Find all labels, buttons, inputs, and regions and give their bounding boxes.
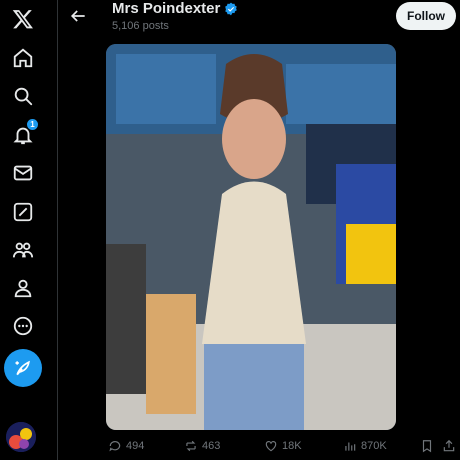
more-icon[interactable]: [10, 313, 36, 339]
feather-icon: [15, 360, 30, 376]
notification-badge: 1: [27, 119, 38, 130]
profile-header: Mrs Poindexter 5,106 posts Follow: [58, 0, 460, 44]
follow-button[interactable]: Follow: [396, 2, 456, 30]
view-count: 870K: [361, 440, 387, 452]
messages-icon[interactable]: [10, 160, 36, 186]
back-arrow-icon[interactable]: [68, 6, 90, 26]
compose-post-button[interactable]: [4, 349, 42, 387]
views-icon: [345, 442, 356, 451]
like-count: 18K: [282, 440, 302, 452]
communities-icon[interactable]: [10, 237, 36, 263]
heart-icon: [265, 441, 277, 452]
post-count: 5,106 posts: [112, 20, 169, 32]
profile-icon[interactable]: [10, 275, 36, 301]
reply-count: 494: [126, 440, 145, 452]
sidebar-nav: 1: [0, 0, 46, 460]
share-icon: [443, 439, 455, 452]
bookmark-button[interactable]: [420, 436, 434, 456]
repost-button[interactable]: 463: [184, 436, 220, 456]
bookmark-icon: [422, 440, 432, 453]
profile-name: Mrs Poindexter: [112, 0, 238, 17]
views-button[interactable]: 870K: [343, 436, 387, 456]
account-avatar[interactable]: [6, 422, 36, 452]
reply-icon: [109, 441, 121, 452]
home-icon[interactable]: [10, 45, 36, 71]
photo-illustration: [106, 44, 396, 430]
post-detail-column: Mrs Poindexter 5,106 posts Follow 494 46…: [57, 0, 460, 460]
reply-button[interactable]: 494: [108, 436, 144, 456]
repost-count: 463: [202, 440, 221, 452]
repost-icon: [186, 440, 196, 452]
x-logo-icon[interactable]: [10, 6, 36, 32]
post-actions-bar: 494 463 18K 870K: [58, 436, 460, 458]
notifications-icon[interactable]: 1: [10, 119, 38, 148]
explore-icon[interactable]: [10, 83, 36, 109]
grok-icon[interactable]: [10, 199, 36, 225]
profile-name-text: Mrs Poindexter: [112, 0, 221, 17]
verified-badge-icon: [225, 2, 238, 15]
post-photo[interactable]: [106, 44, 396, 430]
share-button[interactable]: [442, 436, 456, 456]
like-button[interactable]: 18K: [264, 436, 302, 456]
